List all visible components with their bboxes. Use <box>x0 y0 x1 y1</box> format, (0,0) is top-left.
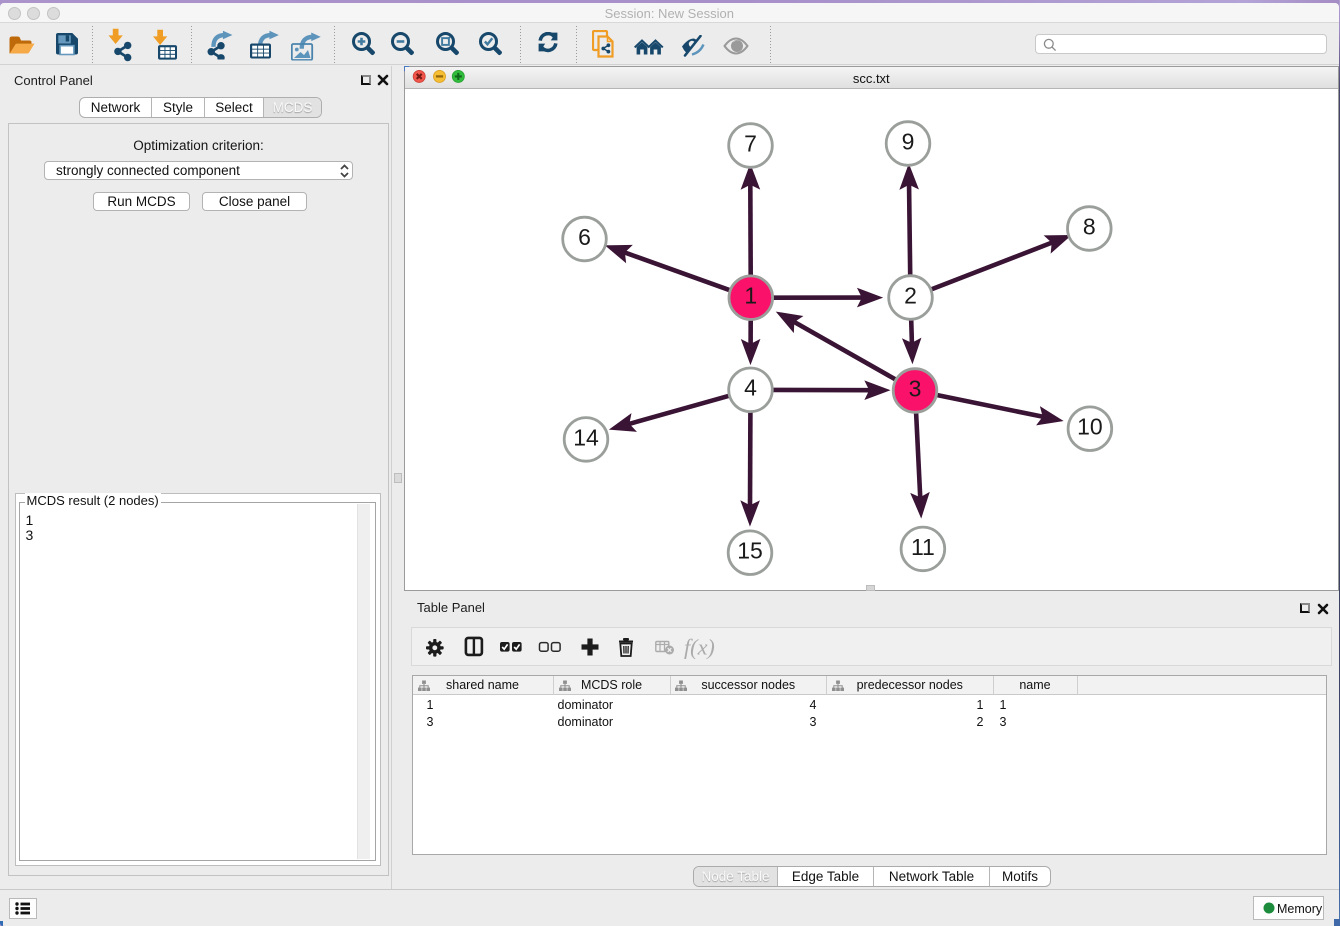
svg-text:3: 3 <box>909 375 922 401</box>
svg-text:8: 8 <box>1083 213 1096 239</box>
svg-text:7: 7 <box>744 130 757 156</box>
svg-text:f(x): f(x) <box>684 635 715 660</box>
svg-text:10: 10 <box>1077 414 1103 440</box>
svg-text:2: 2 <box>904 282 917 308</box>
svg-text:15: 15 <box>737 538 763 564</box>
svg-text:11: 11 <box>911 534 935 560</box>
svg-text:9: 9 <box>902 128 915 154</box>
svg-text:14: 14 <box>573 424 599 450</box>
svg-text:6: 6 <box>578 224 591 250</box>
svg-text:4: 4 <box>744 375 757 401</box>
svg-text:1: 1 <box>744 283 757 309</box>
